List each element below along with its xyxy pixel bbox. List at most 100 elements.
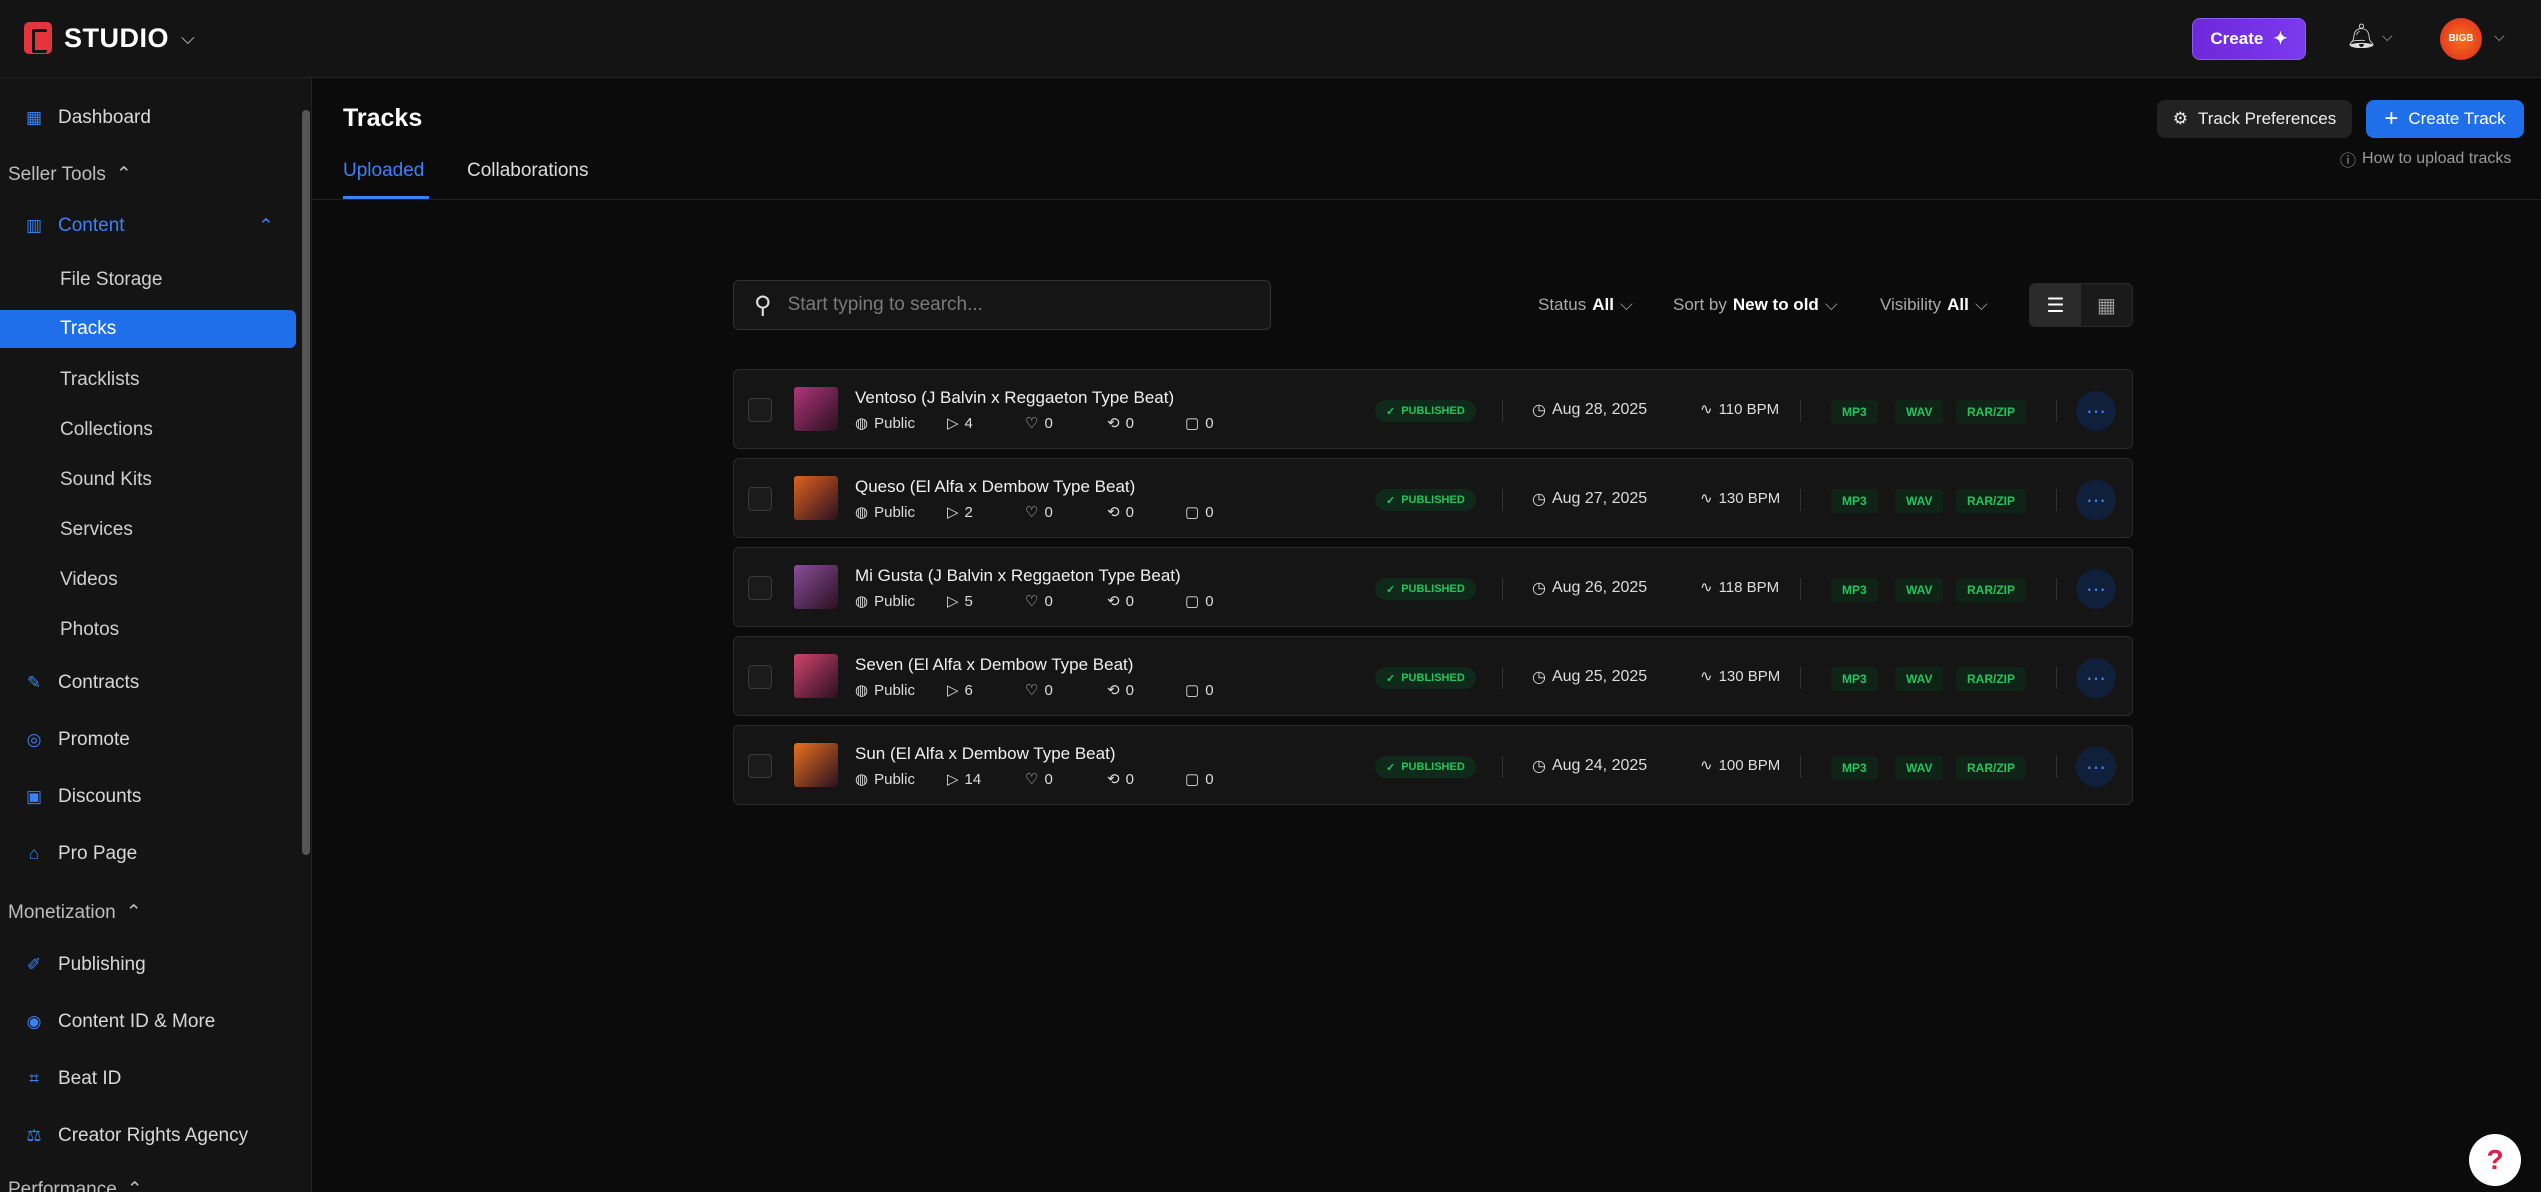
target-icon: ◎ xyxy=(26,730,42,749)
plays-meta: ▷ 2 xyxy=(947,503,1025,522)
track-thumbnail[interactable] xyxy=(794,387,838,431)
section-performance[interactable]: Performance ⌃ xyxy=(8,1178,143,1192)
sparkle-icon: ✦ xyxy=(2273,29,2288,48)
date-value: Aug 24, 2025 xyxy=(1551,757,1648,774)
likes-value: 0 xyxy=(1044,592,1053,610)
info-icon: ⓘ xyxy=(2340,153,2357,170)
table-row[interactable]: Queso (El Alfa x Dembow Type Beat) ◍ Publ… xyxy=(733,458,2133,538)
row-checkbox[interactable] xyxy=(748,576,772,600)
bpm-value: 130 BPM xyxy=(1718,489,1781,507)
track-title[interactable]: Sun (El Alfa x Dembow Type Beat) xyxy=(855,744,1115,764)
status-badge: ✓ PUBLISHED xyxy=(1375,578,1476,600)
globe-icon: ◍ xyxy=(855,504,869,521)
sidebar-item-services[interactable]: Services xyxy=(0,511,296,549)
section-seller-tools[interactable]: Seller Tools ⌃ xyxy=(8,163,132,186)
grid-view-icon[interactable]: ▦ xyxy=(2081,284,2132,326)
sidebar-item-tracks[interactable]: Tracks xyxy=(0,310,296,348)
sidebar-item-file-storage[interactable]: File Storage xyxy=(0,261,296,299)
pulse-icon: ∿ xyxy=(1700,490,1713,507)
comments-meta: ▢ 0 xyxy=(1185,503,1214,522)
sidebar-item-beat-id[interactable]: ⌗ Beat ID xyxy=(0,1059,296,1099)
create-button[interactable]: Create ✦ xyxy=(2192,18,2306,60)
sidebar-item-publishing[interactable]: ✐ Publishing xyxy=(0,945,296,985)
section-monetization[interactable]: Monetization ⌃ xyxy=(8,901,142,924)
status-filter-label: Status xyxy=(1538,295,1587,314)
tab-collaborations[interactable]: Collaborations xyxy=(467,160,588,182)
more-options-icon[interactable]: ⋯ xyxy=(2076,391,2116,431)
sidebar-scrollbar[interactable] xyxy=(302,110,310,855)
track-thumbnail[interactable] xyxy=(794,654,838,698)
pen-icon: ✐ xyxy=(26,955,42,974)
track-title[interactable]: Seven (El Alfa x Dembow Type Beat) xyxy=(855,655,1133,675)
track-title[interactable]: Mi Gusta (J Balvin x Reggaeton Type Beat… xyxy=(855,566,1181,586)
sidebar-item-photos[interactable]: Photos xyxy=(0,611,296,649)
likes-meta: ♡ 0 xyxy=(1025,770,1107,789)
track-meta: ◍ Public ▷ 6 ♡ 0 ⟲ 0 ▢ 0 xyxy=(855,681,1214,700)
chevron-up-icon: ⌃ xyxy=(115,164,132,185)
track-thumbnail[interactable] xyxy=(794,476,838,520)
sidebar-item-content-id[interactable]: ◉ Content ID & More xyxy=(0,1002,296,1042)
tab-uploaded[interactable]: Uploaded xyxy=(343,160,424,182)
table-row[interactable]: Ventoso (J Balvin x Reggaeton Type Beat)… xyxy=(733,369,2133,449)
plus-icon: + xyxy=(2384,105,2399,132)
status-badge: ✓ PUBLISHED xyxy=(1375,667,1476,689)
sidebar-item-pro-page[interactable]: ⌂ Pro Page xyxy=(0,834,296,874)
chevron-down-icon[interactable]: ⌵ xyxy=(2494,28,2505,45)
status-badge: ✓ PUBLISHED xyxy=(1375,489,1476,511)
sidebar-item-content[interactable]: ▥ Content ⌃ xyxy=(0,206,296,246)
chevron-down-icon: ⌵ xyxy=(181,27,195,48)
list-view-icon[interactable]: ☰ xyxy=(2030,284,2081,326)
comment-icon: ▢ xyxy=(1185,504,1200,521)
sidebar-item-videos[interactable]: Videos xyxy=(0,561,296,599)
row-checkbox[interactable] xyxy=(748,754,772,778)
chevron-down-icon[interactable]: ⌵ xyxy=(2382,28,2393,45)
sidebar-item-collections[interactable]: Collections xyxy=(0,411,296,449)
track-date: ◷ Aug 25, 2025 xyxy=(1532,667,1647,687)
sort-filter[interactable]: Sort by New to old ⌵ xyxy=(1673,295,1838,315)
how-to-upload-link[interactable]: ⓘ How to upload tracks xyxy=(2340,147,2511,171)
sidebar-item-creator-rights[interactable]: ⚖ Creator Rights Agency xyxy=(0,1116,296,1156)
sidebar-item-promote[interactable]: ◎ Promote xyxy=(0,720,296,760)
track-thumbnail[interactable] xyxy=(794,743,838,787)
divider xyxy=(2056,400,2057,422)
help-button[interactable]: ? xyxy=(2469,1134,2521,1186)
studio-logo[interactable]: STUDIO ⌵ xyxy=(24,22,195,54)
likes-value: 0 xyxy=(1044,503,1053,521)
row-checkbox[interactable] xyxy=(748,398,772,422)
check-icon: ✓ xyxy=(1386,405,1396,418)
more-options-icon[interactable]: ⋯ xyxy=(2076,480,2116,520)
table-row[interactable]: Mi Gusta (J Balvin x Reggaeton Type Beat… xyxy=(733,547,2133,627)
sidebar-item-discounts[interactable]: ▣ Discounts xyxy=(0,777,296,817)
chevron-down-icon: ⌵ xyxy=(1619,295,1633,314)
sidebar-item-label: Content ID & More xyxy=(58,1011,216,1032)
table-row[interactable]: Seven (El Alfa x Dembow Type Beat) ◍ Publ… xyxy=(733,636,2133,716)
bell-icon[interactable]: 🔔︎ xyxy=(2346,22,2376,51)
play-icon: ▷ xyxy=(947,504,959,521)
sidebar-item-dashboard[interactable]: ▦ Dashboard xyxy=(0,98,296,138)
search-box[interactable]: ⚲ xyxy=(733,280,1271,330)
create-track-button[interactable]: + Create Track xyxy=(2366,100,2524,138)
status-filter[interactable]: Status All ⌵ xyxy=(1538,295,1633,315)
sidebar-item-sound-kits[interactable]: Sound Kits xyxy=(0,461,296,499)
sort-filter-label: Sort by xyxy=(1673,295,1727,314)
divider xyxy=(1800,489,1801,511)
row-checkbox[interactable] xyxy=(748,665,772,689)
more-options-icon[interactable]: ⋯ xyxy=(2076,569,2116,609)
sidebar-item-contracts[interactable]: ✎ Contracts xyxy=(0,663,296,703)
track-title[interactable]: Queso (El Alfa x Dembow Type Beat) xyxy=(855,477,1135,497)
avatar[interactable]: BIGB xyxy=(2440,18,2482,60)
visibility-filter[interactable]: Visibility All ⌵ xyxy=(1880,295,1988,315)
store-icon: ⌂ xyxy=(28,844,40,863)
table-row[interactable]: Sun (El Alfa x Dembow Type Beat) ◍ Public… xyxy=(733,725,2133,805)
visibility-filter-value: All xyxy=(1947,295,1969,314)
visibility-meta: ◍ Public xyxy=(855,770,947,789)
track-preferences-button[interactable]: ⚙ Track Preferences xyxy=(2157,100,2352,138)
more-options-icon[interactable]: ⋯ xyxy=(2076,747,2116,787)
sidebar-item-label: Dashboard xyxy=(58,107,151,128)
more-options-icon[interactable]: ⋯ xyxy=(2076,658,2116,698)
search-input[interactable] xyxy=(787,294,1228,316)
track-thumbnail[interactable] xyxy=(794,565,838,609)
track-title[interactable]: Ventoso (J Balvin x Reggaeton Type Beat) xyxy=(855,388,1174,408)
row-checkbox[interactable] xyxy=(748,487,772,511)
sidebar-item-tracklists[interactable]: Tracklists xyxy=(0,361,296,399)
